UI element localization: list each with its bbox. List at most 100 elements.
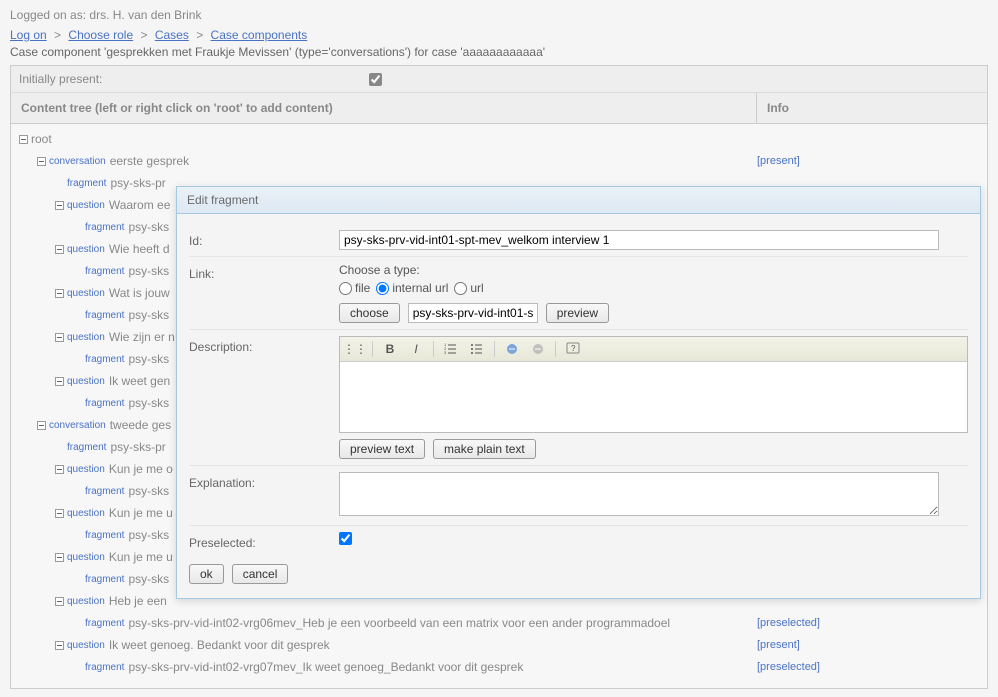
collapse-icon[interactable]	[55, 597, 64, 606]
ok-button[interactable]: ok	[189, 564, 224, 584]
node-type: fragment	[85, 354, 124, 365]
radio-url[interactable]	[454, 282, 467, 295]
collapse-icon[interactable]	[55, 465, 64, 474]
node-label: psy-sks	[128, 528, 169, 542]
choose-button[interactable]: choose	[339, 303, 400, 323]
preview-text-button[interactable]: preview text	[339, 439, 425, 459]
tree-row[interactable]: questionIk weet genoeg. Bedankt voor dit…	[11, 634, 987, 656]
description-textarea[interactable]	[340, 362, 967, 432]
node-label: psy-sks	[128, 352, 169, 366]
preview-button[interactable]: preview	[546, 303, 609, 323]
node-label: psy-sks-prv-vid-int02-vrg06mev_Heb je ee…	[128, 616, 670, 630]
logged-on-text: Logged on as: drs. H. van den Brink	[10, 8, 988, 22]
unordered-list-icon[interactable]	[468, 340, 486, 358]
node-label: Wat is jouw	[109, 286, 170, 300]
collapse-icon[interactable]	[37, 421, 46, 430]
node-label: Wie zijn er n	[109, 330, 175, 344]
node-label: psy-sks-prv-vid-int02-vrg07mev_Ik weet g…	[128, 660, 523, 674]
link-input[interactable]	[408, 303, 538, 323]
node-label: tweede ges	[110, 418, 171, 432]
breadcrumb: Log on > Choose role > Cases > Case comp…	[10, 28, 988, 42]
radio-internal-url[interactable]	[376, 282, 389, 295]
collapse-icon[interactable]	[55, 641, 64, 650]
breadcrumb-case-components[interactable]: Case components	[211, 28, 308, 42]
node-type: fragment	[85, 574, 124, 585]
radio-file-label[interactable]: file	[339, 281, 370, 295]
collapse-icon[interactable]	[55, 377, 64, 386]
preselected-label: Preselected:	[189, 532, 339, 550]
node-type: fragment	[67, 178, 106, 189]
node-label: psy-sks-pr	[110, 440, 165, 454]
node-type: fragment	[85, 486, 124, 497]
rich-text-editor: ⋮⋮ B I 123	[339, 336, 968, 433]
node-label: psy-sks	[128, 396, 169, 410]
node-label: Kun je me u	[109, 550, 173, 564]
initially-present-checkbox[interactable]	[369, 73, 382, 86]
node-type: fragment	[85, 398, 124, 409]
node-info: [preselected]	[757, 617, 987, 629]
breadcrumb-cases[interactable]: Cases	[155, 28, 189, 42]
collapse-icon[interactable]	[55, 201, 64, 210]
ordered-list-icon[interactable]: 123	[442, 340, 460, 358]
node-label: psy-sks	[128, 264, 169, 278]
tree-row[interactable]: fragmentpsy-sks-prv-vid-int02-vrg06mev_H…	[11, 612, 987, 634]
collapse-icon[interactable]	[19, 135, 28, 144]
id-input[interactable]	[339, 230, 939, 250]
breadcrumb-log-on[interactable]: Log on	[10, 28, 47, 42]
node-type: question	[67, 596, 105, 607]
node-type: question	[67, 288, 105, 299]
collapse-icon[interactable]	[55, 553, 64, 562]
svg-text:?: ?	[571, 344, 576, 353]
edit-fragment-dialog: Edit fragment Id: Link: Choose a type: f…	[176, 186, 981, 599]
handle-icon: ⋮⋮	[346, 340, 364, 358]
unlink-icon[interactable]	[529, 340, 547, 358]
radio-url-label[interactable]: url	[454, 281, 483, 295]
column-header-tree: Content tree (left or right click on 'ro…	[11, 93, 757, 123]
help-icon[interactable]: ?	[564, 340, 582, 358]
node-type: fragment	[85, 266, 124, 277]
link-icon[interactable]	[503, 340, 521, 358]
collapse-icon[interactable]	[55, 289, 64, 298]
node-label: psy-sks	[128, 572, 169, 586]
explanation-textarea[interactable]	[339, 472, 939, 516]
collapse-icon[interactable]	[55, 509, 64, 518]
description-label: Description:	[189, 336, 339, 354]
radio-internal-label[interactable]: internal url	[376, 281, 448, 295]
svg-text:3: 3	[444, 350, 447, 355]
collapse-icon[interactable]	[37, 157, 46, 166]
node-type: question	[67, 508, 105, 519]
node-type: fragment	[85, 662, 124, 673]
tree-row[interactable]: conversationeerste gesprek[present]	[11, 150, 987, 172]
page-subtitle: Case component 'gesprekken met Fraukje M…	[10, 45, 988, 59]
id-label: Id:	[189, 230, 339, 248]
node-label: Kun je me o	[109, 462, 173, 476]
node-type: fragment	[85, 530, 124, 541]
dialog-title: Edit fragment	[177, 187, 980, 214]
node-label: psy-sks-pr	[110, 176, 165, 190]
make-plain-text-button[interactable]: make plain text	[433, 439, 536, 459]
node-type: question	[67, 376, 105, 387]
node-info: [present]	[757, 639, 987, 651]
node-type: question	[67, 244, 105, 255]
node-type: question	[67, 332, 105, 343]
radio-file[interactable]	[339, 282, 352, 295]
node-label: eerste gesprek	[110, 154, 189, 168]
node-info: [preselected]	[757, 661, 987, 673]
preselected-checkbox[interactable]	[339, 532, 352, 545]
bold-icon[interactable]: B	[381, 340, 399, 358]
node-label: Wie heeft d	[109, 242, 170, 256]
node-type: question	[67, 464, 105, 475]
node-label: psy-sks	[128, 484, 169, 498]
tree-row[interactable]: fragment psy-sks-prv-vid-int02-vrg07mev_I…	[11, 656, 987, 678]
italic-icon[interactable]: I	[407, 340, 425, 358]
node-type: question	[67, 200, 105, 211]
node-type: question	[67, 640, 105, 651]
tree-row[interactable]: root	[11, 128, 987, 150]
initially-present-label: Initially present:	[19, 72, 369, 86]
choose-type-label: Choose a type:	[339, 263, 968, 277]
node-label: psy-sks	[128, 220, 169, 234]
cancel-button[interactable]: cancel	[232, 564, 289, 584]
collapse-icon[interactable]	[55, 245, 64, 254]
breadcrumb-choose-role[interactable]: Choose role	[68, 28, 133, 42]
collapse-icon[interactable]	[55, 333, 64, 342]
